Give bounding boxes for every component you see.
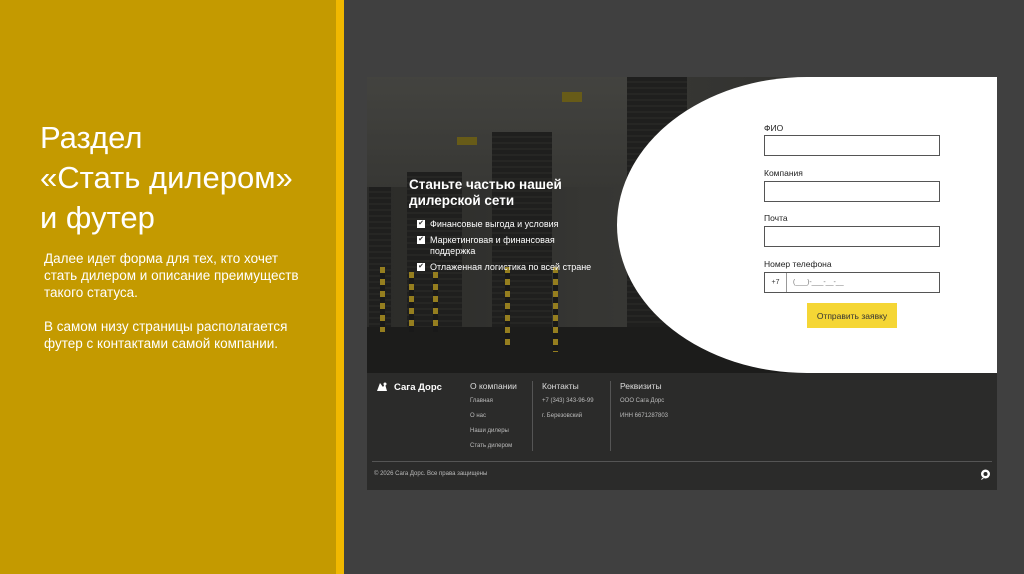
phone-country-code: +7: [765, 273, 787, 292]
slide-paragraph-footer: В самом низу страницы располагается футе…: [44, 319, 288, 351]
footer-copyright: © 2026 Сага Дорс. Все права защищены: [374, 471, 488, 477]
slide-title: Раздел «Стать дилером» и футер: [40, 120, 293, 235]
website-screenshot: Станьте частью нашей дилерской сети ✔ Фи…: [367, 77, 997, 490]
footer-link-home[interactable]: Главная: [470, 398, 517, 405]
slide-left-panel: Раздел «Стать дилером» и футер Далее иде…: [0, 0, 336, 574]
footer-link-about[interactable]: О нас: [470, 413, 517, 420]
footer-logo[interactable]: Сага Дорс: [376, 381, 442, 393]
benefit-item: ✔ Маркетинговая и финансовая поддержка: [417, 235, 597, 257]
footer-divider: [372, 461, 992, 462]
footer-about-column: О компании Главная О нас Наши дилеры Ста…: [470, 381, 517, 458]
benefit-item: ✔ Отлаженная логистика по всей стране: [417, 262, 597, 273]
chat-bubble-icon[interactable]: [980, 469, 991, 480]
phone-input[interactable]: [787, 273, 939, 292]
footer-city: г. Березовский: [542, 413, 583, 419]
email-label: Почта: [764, 213, 788, 223]
footer-contacts-column: Контакты +7 (343) 343-96-99 г. Березовск…: [542, 381, 594, 428]
benefits-list: ✔ Финансовые выгода и условия ✔ Маркетин…: [417, 219, 597, 278]
site-footer: Сага Дорс О компании Главная О нас Наши …: [367, 373, 997, 490]
footer-separator: [610, 381, 611, 451]
checkbox-checked-icon: ✔: [417, 236, 425, 244]
hero-title: Станьте частью нашей дилерской сети: [409, 177, 562, 208]
footer-contacts-heading: Контакты: [542, 381, 579, 391]
dealer-form-panel: [617, 77, 997, 373]
slide-paragraph-form: Далее идет форма для тех, кто хочет стат…: [44, 251, 299, 300]
footer-link-become-dealer[interactable]: Стать дилером: [470, 443, 517, 450]
phone-label: Номер телефона: [764, 259, 832, 269]
checkbox-checked-icon: ✔: [417, 263, 425, 271]
footer-requisites-column: Реквизиты ООО Сага Дорс ИНН 6671287803: [620, 381, 668, 428]
brand-logo-icon: [377, 382, 387, 391]
company-label: Компания: [764, 168, 803, 178]
email-input[interactable]: [764, 226, 940, 247]
footer-inn: ИНН 6671287803: [620, 413, 669, 419]
submit-application-button[interactable]: Отправить заявку: [807, 303, 897, 328]
footer-separator: [532, 381, 533, 451]
fio-input[interactable]: [764, 135, 940, 156]
benefit-text: Маркетинговая и финансовая поддержка: [430, 235, 555, 256]
benefit-item: ✔ Финансовые выгода и условия: [417, 219, 597, 230]
brand-name: Сага Дорс: [394, 381, 442, 393]
accent-divider: [336, 0, 344, 574]
phone-field: +7: [764, 272, 940, 293]
checkbox-checked-icon: ✔: [417, 220, 425, 228]
company-input[interactable]: [764, 181, 940, 202]
footer-phone-link[interactable]: +7 (343) 343-96-99: [542, 398, 594, 405]
dealer-hero-section: Станьте частью нашей дилерской сети ✔ Фи…: [367, 77, 997, 373]
fio-label: ФИО: [764, 123, 784, 133]
benefit-text: Финансовые выгода и условия: [430, 219, 559, 229]
footer-link-dealers[interactable]: Наши дилеры: [470, 428, 517, 435]
footer-about-heading: О компании: [470, 381, 517, 391]
footer-requisites-heading: Реквизиты: [620, 381, 662, 391]
footer-company-name: ООО Сага Дорс: [620, 398, 665, 404]
benefit-text: Отлаженная логистика по всей стране: [430, 262, 592, 272]
